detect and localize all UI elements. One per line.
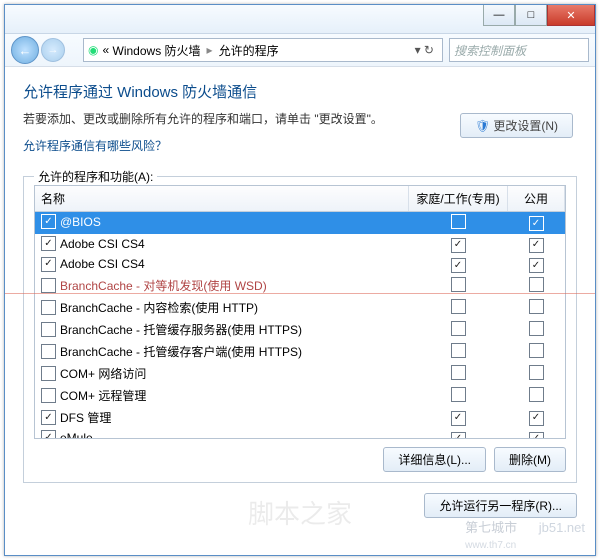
checkbox[interactable]: ✓ xyxy=(41,410,56,425)
program-name: BranchCache - 对等机发现(使用 WSD) xyxy=(60,277,267,294)
breadcrumb-1[interactable]: Windows 防火墙 xyxy=(113,42,201,59)
table-row[interactable]: ✓ Adobe CSI CS4 ✓ ✓ xyxy=(35,255,565,276)
checkbox[interactable] xyxy=(41,322,56,337)
program-name: Adobe CSI CS4 xyxy=(60,237,145,251)
risk-link[interactable]: 允许程序通信有哪些风险？ xyxy=(23,139,167,153)
checkbox[interactable] xyxy=(529,321,544,336)
window: — □ ✕ ← → ◉ « Windows 防火墙 ▸ 允许的程序 ▾ ↻ 搜索… xyxy=(4,4,596,556)
address-bar[interactable]: ◉ « Windows 防火墙 ▸ 允许的程序 ▾ ↻ xyxy=(83,38,443,62)
table-row[interactable]: BranchCache - 托管缓存客户端(使用 HTTPS) xyxy=(35,341,565,363)
program-name: DFS 管理 xyxy=(60,409,111,426)
col-name[interactable]: 名称 xyxy=(35,186,409,212)
checkbox[interactable]: ✓ xyxy=(529,258,544,273)
program-name: @BIOS xyxy=(60,215,101,229)
col-home[interactable]: 家庭/工作(专用) xyxy=(409,186,508,212)
checkbox[interactable] xyxy=(451,387,466,402)
details-button[interactable]: 详细信息(L)... xyxy=(383,447,486,472)
footer-watermark: 第七城市 jb51.net www.th7.cn xyxy=(465,517,585,551)
table-row[interactable]: ✓ @BIOS ✓ xyxy=(35,212,565,235)
checkbox[interactable] xyxy=(451,299,466,314)
table-row[interactable]: ✓ Adobe CSI CS4 ✓ ✓ xyxy=(35,234,565,255)
table-row[interactable]: COM+ 远程管理 xyxy=(35,385,565,407)
table-row[interactable]: ✓ DFS 管理 ✓ ✓ xyxy=(35,407,565,428)
maximize-button[interactable]: □ xyxy=(515,5,547,26)
table-row[interactable]: ✓ eMule ✓ ✓ xyxy=(35,428,565,439)
col-public[interactable]: 公用 xyxy=(508,186,565,212)
checkbox[interactable]: ✓ xyxy=(451,411,466,426)
checkbox[interactable]: ✓ xyxy=(529,432,544,440)
checkbox[interactable]: ✓ xyxy=(41,430,56,439)
checkbox[interactable]: ✓ xyxy=(41,257,56,272)
program-name: BranchCache - 托管缓存客户端(使用 HTTPS) xyxy=(60,343,302,360)
checkbox[interactable] xyxy=(41,366,56,381)
content-body: 允许程序通过 Windows 防火墙通信 若要添加、更改或删除所有允许的程序和端… xyxy=(5,67,595,556)
program-name: COM+ 网络访问 xyxy=(60,365,146,382)
allowed-programs-group: 允许的程序和功能(A): 名称 家庭/工作(专用) 公用 ✓@BIOS✓✓Ado… xyxy=(23,176,577,483)
checkbox[interactable] xyxy=(451,365,466,380)
shield-icon: ◉ xyxy=(88,43,98,57)
checkbox[interactable] xyxy=(41,344,56,359)
change-settings-button[interactable]: 🛡更改设置(N) xyxy=(460,113,573,138)
checkbox[interactable] xyxy=(529,365,544,380)
checkbox[interactable]: ✓ xyxy=(529,216,544,231)
page-title: 允许程序通过 Windows 防火墙通信 xyxy=(23,81,577,102)
checkbox[interactable] xyxy=(41,278,56,293)
table-row[interactable]: BranchCache - 内容检索(使用 HTTP) xyxy=(35,297,565,319)
checkbox[interactable] xyxy=(529,299,544,314)
checkbox[interactable] xyxy=(41,300,56,315)
checkbox[interactable] xyxy=(529,343,544,358)
allow-another-program-button[interactable]: 允许运行另一程序(R)... xyxy=(424,493,577,518)
nav-forward-button[interactable]: → xyxy=(41,38,65,62)
program-name: BranchCache - 托管缓存服务器(使用 HTTPS) xyxy=(60,321,302,338)
checkbox[interactable] xyxy=(41,388,56,403)
checkbox[interactable] xyxy=(451,343,466,358)
breadcrumb-2[interactable]: 允许的程序 xyxy=(219,42,279,59)
checkbox[interactable] xyxy=(529,387,544,402)
address-dropdown[interactable]: ▾ ↻ xyxy=(411,43,438,57)
uac-shield-icon: 🛡 xyxy=(475,119,490,133)
chevron-right-icon: ▸ xyxy=(207,43,213,57)
checkbox[interactable]: ✓ xyxy=(451,258,466,273)
checkbox[interactable]: ✓ xyxy=(529,411,544,426)
checkbox[interactable]: ✓ xyxy=(41,236,56,251)
titlebar: — □ ✕ xyxy=(5,5,595,34)
navbar: ← → ◉ « Windows 防火墙 ▸ 允许的程序 ▾ ↻ 搜索控制面板 xyxy=(5,34,595,67)
checkbox[interactable]: ✓ xyxy=(529,238,544,253)
checkbox[interactable]: ✓ xyxy=(451,238,466,253)
search-input[interactable]: 搜索控制面板 xyxy=(449,38,589,62)
minimize-button[interactable]: — xyxy=(483,5,515,26)
breadcrumb-sep: « xyxy=(102,43,109,57)
checkbox[interactable]: ✓ xyxy=(41,214,56,229)
program-name: COM+ 远程管理 xyxy=(60,387,146,404)
checkbox[interactable] xyxy=(451,214,466,229)
program-name: eMule xyxy=(60,431,93,440)
remove-button[interactable]: 删除(M) xyxy=(494,447,566,472)
table-row[interactable]: BranchCache - 托管缓存服务器(使用 HTTPS) xyxy=(35,319,565,341)
group-label: 允许的程序和功能(A): xyxy=(34,168,157,185)
table-row[interactable]: COM+ 网络访问 xyxy=(35,363,565,385)
checkbox[interactable] xyxy=(451,277,466,292)
nav-back-button[interactable]: ← xyxy=(11,36,39,64)
checkbox[interactable]: ✓ xyxy=(451,432,466,440)
checkbox[interactable] xyxy=(529,277,544,292)
table-row[interactable]: BranchCache - 对等机发现(使用 WSD) xyxy=(35,275,565,297)
program-name: Adobe CSI CS4 xyxy=(60,257,145,271)
close-button[interactable]: ✕ xyxy=(547,5,595,26)
programs-table[interactable]: 名称 家庭/工作(专用) 公用 ✓@BIOS✓✓Adobe CSI CS4✓✓✓… xyxy=(34,185,566,439)
checkbox[interactable] xyxy=(451,321,466,336)
program-name: BranchCache - 内容检索(使用 HTTP) xyxy=(60,299,258,316)
